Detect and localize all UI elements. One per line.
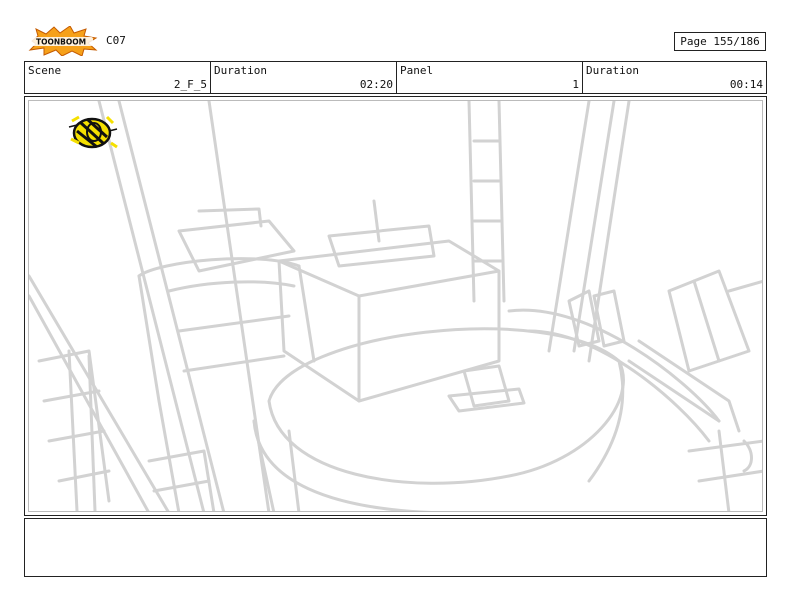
panel-duration-cell: Duration 00:14 (583, 62, 766, 93)
panel-info-row: Scene 2_F_5 Duration 02:20 Panel 1 Durat… (24, 61, 767, 94)
scene-value: 2_F_5 (173, 78, 207, 91)
svg-text:TOONBOOM: TOONBOOM (36, 38, 86, 47)
scene-duration-value: 02:20 (359, 78, 393, 91)
panel-cell: Panel 1 (397, 62, 583, 93)
sketch-drawing (29, 101, 762, 511)
storyboard-panel (24, 96, 767, 516)
scene-duration-label: Duration (214, 64, 267, 77)
panel-label: Panel (400, 64, 434, 77)
panel-duration-label: Duration (586, 64, 639, 77)
sketch-lines (29, 101, 762, 511)
scene-duration-cell: Duration 02:20 (211, 62, 397, 93)
page-number: Page 155/186 (674, 32, 766, 51)
panel-notes-box (24, 518, 767, 577)
panel-drawing-area (28, 100, 763, 512)
panel-duration-value: 00:14 (729, 78, 763, 91)
panel-value: 1 (572, 78, 579, 91)
toonboom-logo: TOONBOOM (26, 25, 98, 57)
scene-cell: Scene 2_F_5 (25, 62, 211, 93)
scene-label: Scene (28, 64, 62, 77)
sheet-code: C07 (106, 34, 126, 47)
